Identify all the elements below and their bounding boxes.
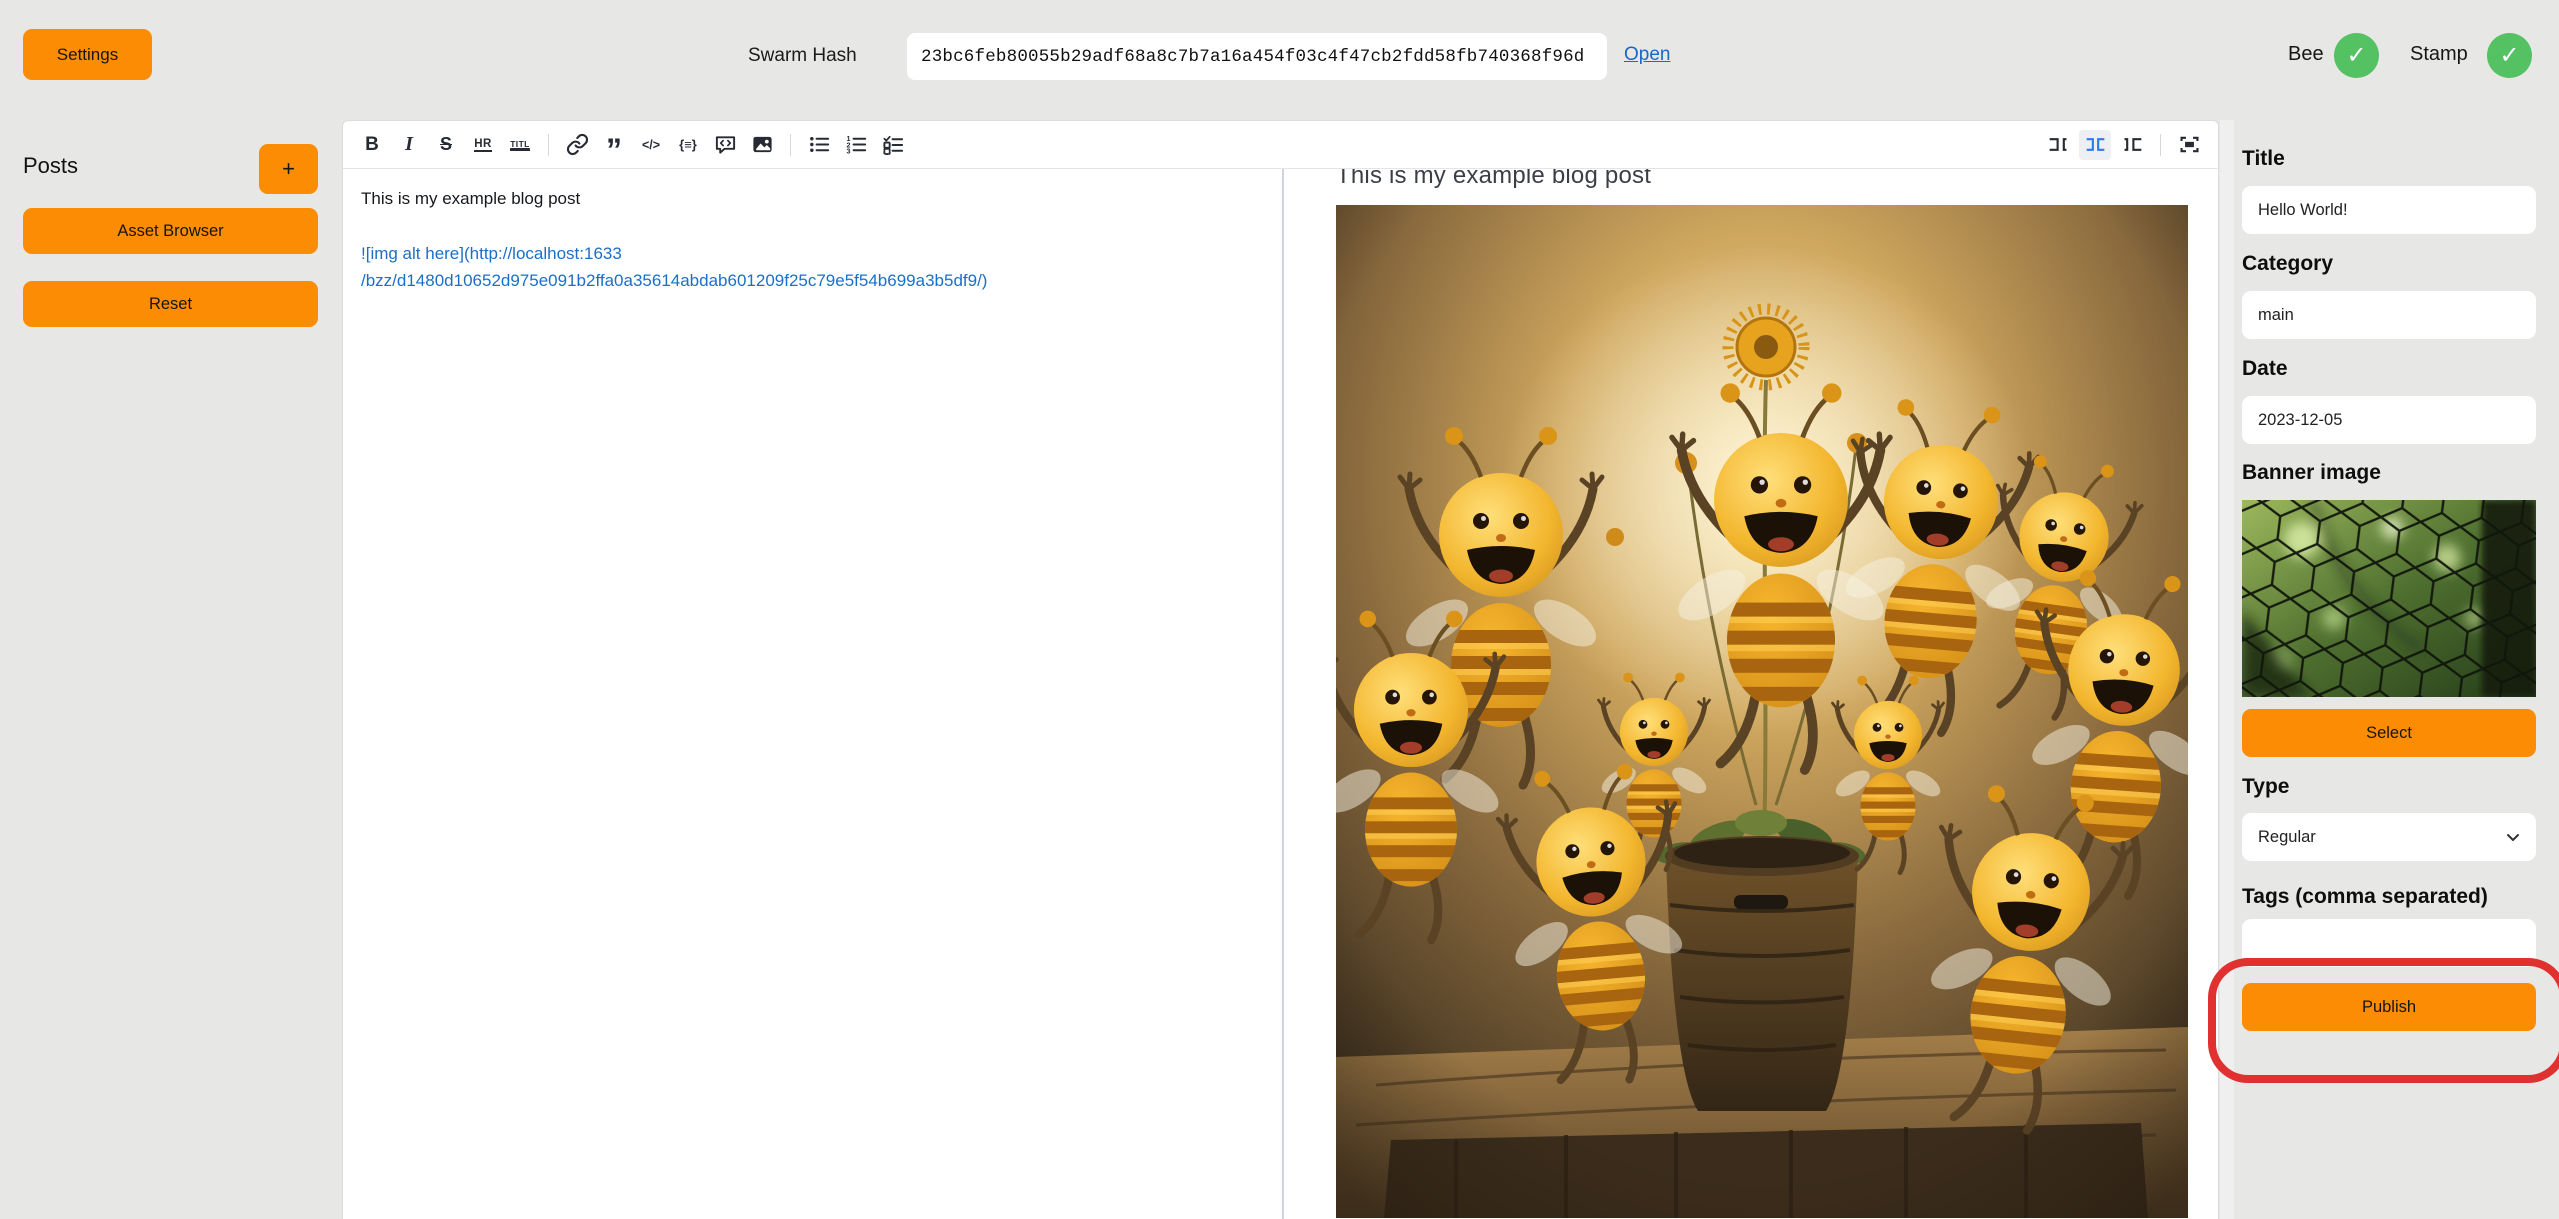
banner-select-button[interactable]: Select bbox=[2242, 709, 2536, 757]
title-icon[interactable]: TITL bbox=[504, 130, 536, 160]
layout-split-icon[interactable] bbox=[2079, 130, 2111, 160]
editor-image-markdown-line2: /bzz/d1480d10652d975e091b2ffa0a35614abda… bbox=[361, 267, 1300, 294]
posts-heading: Posts bbox=[23, 153, 78, 179]
open-link[interactable]: Open bbox=[1624, 44, 1670, 66]
fullscreen-icon[interactable] bbox=[2173, 130, 2205, 160]
chevron-down-icon bbox=[2506, 830, 2520, 844]
check-glyph: ✓ bbox=[2346, 41, 2366, 70]
swarm-hash-input[interactable] bbox=[907, 33, 1607, 80]
publish-button[interactable]: Publish bbox=[2242, 983, 2536, 1031]
toolbar-divider bbox=[790, 134, 791, 156]
task-list-icon[interactable] bbox=[877, 130, 909, 160]
post-preview-image bbox=[1336, 205, 2188, 1218]
blockquote-icon[interactable]: ” bbox=[598, 130, 630, 160]
ordered-list-icon[interactable]: 123 bbox=[840, 130, 872, 160]
tags-label: Tags (comma separated) bbox=[2242, 885, 2488, 909]
bullet-list-icon[interactable] bbox=[803, 130, 835, 160]
post-settings-sidebar: Title Category Date Banner image bbox=[2220, 120, 2559, 1219]
markdown-editor-pane[interactable]: This is my example blog post ![img alt h… bbox=[343, 169, 1318, 1219]
category-label: Category bbox=[2242, 252, 2333, 276]
type-select[interactable]: Regular bbox=[2242, 813, 2536, 861]
image-icon[interactable] bbox=[746, 130, 778, 160]
swarm-hash-label: Swarm Hash bbox=[748, 45, 857, 67]
add-post-button[interactable]: + bbox=[259, 144, 318, 194]
bee-status-label: Bee bbox=[2288, 43, 2324, 66]
toolbar-divider bbox=[2160, 134, 2161, 156]
layout-editor-icon[interactable] bbox=[2042, 130, 2074, 160]
tags-input[interactable] bbox=[2242, 919, 2536, 967]
inline-code-icon[interactable]: </> bbox=[635, 130, 667, 160]
category-input[interactable] bbox=[2242, 291, 2536, 339]
date-label: Date bbox=[2242, 357, 2288, 381]
link-icon[interactable] bbox=[561, 130, 593, 160]
toolbar-divider bbox=[548, 134, 549, 156]
date-input[interactable] bbox=[2242, 396, 2536, 444]
sidebar-left-strip bbox=[2220, 120, 2234, 1219]
editor-container: BISHRTITL ”</>{≡} 123 This is my example b… bbox=[342, 120, 2219, 1219]
editor-paragraph-text: This is my example blog post bbox=[361, 185, 1300, 212]
toolbar-format-group: BISHRTITL ”</>{≡} 123 bbox=[356, 130, 909, 160]
strikethrough-icon[interactable]: S bbox=[430, 130, 462, 160]
bold-icon[interactable]: B bbox=[356, 130, 388, 160]
stamp-status-check-icon: ✓ bbox=[2487, 33, 2532, 78]
title-input[interactable] bbox=[2242, 186, 2536, 234]
etherjot-blog-editor: { "header": { "settings": "Settings", "s… bbox=[0, 0, 2559, 1219]
editor-image-markdown-line1: ![img alt here](http://localhost:1633 bbox=[361, 240, 1300, 267]
stamp-status-label: Stamp bbox=[2410, 43, 2468, 66]
settings-button[interactable]: Settings bbox=[23, 29, 152, 80]
banner-image-thumbnail bbox=[2242, 500, 2536, 697]
editor-toolbar: BISHRTITL ”</>{≡} 123 bbox=[343, 121, 2218, 169]
horizontal-rule-icon[interactable]: HR bbox=[467, 130, 499, 160]
code-block-icon[interactable]: {≡} bbox=[672, 130, 704, 160]
preview-pane[interactable]: This is my example blog post bbox=[1284, 169, 2218, 1219]
type-label: Type bbox=[2242, 775, 2289, 799]
layout-preview-icon[interactable] bbox=[2116, 130, 2148, 160]
preview-content: This is my example blog post bbox=[1336, 169, 2218, 1218]
bee-status-check-icon: ✓ bbox=[2334, 33, 2379, 78]
preview-heading: This is my example blog post bbox=[1336, 169, 2218, 190]
italic-icon[interactable]: I bbox=[393, 130, 425, 160]
title-label: Title bbox=[2242, 147, 2285, 171]
editor-image-markdown: ![img alt here](http://localhost:1633 /b… bbox=[361, 240, 1300, 294]
toolbar-layout-group bbox=[2042, 130, 2205, 160]
type-select-value: Regular bbox=[2258, 828, 2316, 847]
reset-button[interactable]: Reset bbox=[23, 281, 318, 327]
svg-text:3: 3 bbox=[846, 148, 850, 156]
asset-browser-button[interactable]: Asset Browser bbox=[23, 208, 318, 254]
banner-image-label: Banner image bbox=[2242, 461, 2381, 485]
check-glyph: ✓ bbox=[2499, 41, 2519, 70]
comment-code-icon[interactable] bbox=[709, 130, 741, 160]
